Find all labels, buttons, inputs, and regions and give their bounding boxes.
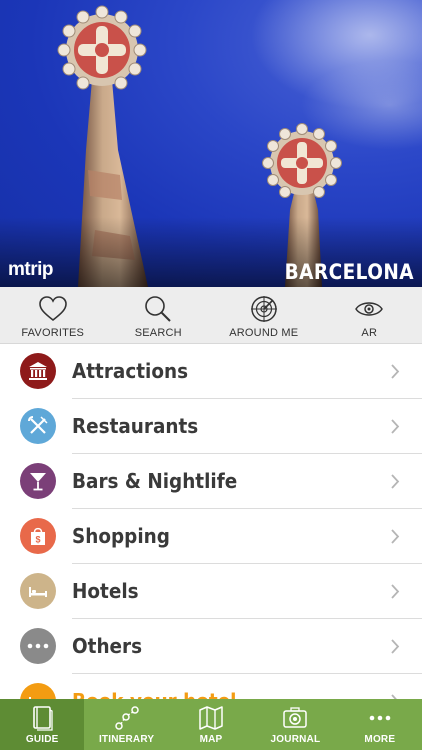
shopping-bag-icon: $ bbox=[31, 527, 45, 545]
tab-map-label: MAP bbox=[199, 734, 223, 745]
camera-icon bbox=[283, 707, 308, 728]
restaurants-label: Restaurants bbox=[72, 414, 199, 438]
quick-toolbar: FAVORITES SEARCH AROUND ME AR bbox=[0, 287, 422, 344]
shopping-badge: $ bbox=[20, 518, 56, 554]
others-label: Others bbox=[72, 634, 143, 658]
attractions-badge bbox=[20, 353, 56, 389]
others-badge bbox=[20, 628, 56, 664]
favorites-label: FAVORITES bbox=[21, 327, 85, 339]
eye-icon bbox=[355, 302, 384, 316]
hotels-label: Hotels bbox=[72, 579, 139, 603]
bars-badge bbox=[20, 463, 56, 499]
list-item-others[interactable]: Others bbox=[0, 619, 422, 674]
tab-journal-label: JOURNAL bbox=[270, 734, 321, 745]
ellipsis-icon bbox=[369, 715, 391, 721]
tab-journal[interactable]: JOURNAL bbox=[253, 699, 337, 750]
fork-knife-icon bbox=[28, 416, 48, 434]
list-item-bars-nightlife[interactable]: Bars & Nightlife bbox=[0, 454, 422, 509]
around-me-label: AROUND ME bbox=[229, 327, 299, 339]
list-item-hotels[interactable]: Hotels bbox=[0, 564, 422, 619]
tab-itinerary[interactable]: ITINERARY bbox=[84, 699, 168, 750]
chevron-right-icon bbox=[391, 364, 400, 379]
tab-guide-label: GUIDE bbox=[25, 734, 59, 745]
museum-icon bbox=[29, 362, 47, 380]
ar-button[interactable]: AR bbox=[317, 287, 422, 343]
category-list: Attractions Restaurants Bars & Nightlife bbox=[0, 344, 422, 729]
map-icon bbox=[199, 706, 223, 730]
chevron-right-icon bbox=[391, 419, 400, 434]
book-icon bbox=[33, 706, 53, 731]
attractions-label: Attractions bbox=[72, 359, 189, 383]
route-icon bbox=[114, 706, 139, 730]
bed-icon bbox=[29, 587, 47, 597]
list-item-restaurants[interactable]: Restaurants bbox=[0, 399, 422, 454]
tab-more[interactable]: MORE bbox=[338, 699, 422, 750]
radar-icon bbox=[250, 296, 277, 322]
chevron-right-icon bbox=[391, 584, 400, 599]
search-label: SEARCH bbox=[134, 327, 182, 339]
hero-banner: mtrip BARCELONA bbox=[0, 0, 422, 287]
tab-itinerary-label: ITINERARY bbox=[98, 734, 155, 745]
svg-text:$: $ bbox=[35, 535, 40, 545]
bars-label: Bars & Nightlife bbox=[72, 469, 238, 493]
restaurants-badge bbox=[20, 408, 56, 444]
tab-guide[interactable]: GUIDE bbox=[0, 699, 85, 750]
brand-logo: mtrip bbox=[8, 259, 54, 280]
shopping-label: Shopping bbox=[72, 524, 170, 548]
cocktail-icon bbox=[30, 473, 46, 491]
chevron-right-icon bbox=[391, 529, 400, 544]
tab-more-label: MORE bbox=[364, 734, 396, 745]
favorites-button[interactable]: FAVORITES bbox=[0, 287, 106, 343]
search-button[interactable]: SEARCH bbox=[106, 287, 212, 343]
city-title: BARCELONA bbox=[284, 260, 414, 284]
search-icon bbox=[145, 296, 171, 322]
around-me-button[interactable]: AROUND ME bbox=[211, 287, 317, 343]
heart-icon bbox=[38, 296, 67, 322]
bottom-tab-bar: GUIDE ITINERARY MAP JOURNAL MORE bbox=[0, 699, 422, 750]
ar-label: AR bbox=[361, 327, 378, 339]
hotels-badge bbox=[20, 573, 56, 609]
chevron-right-icon bbox=[391, 474, 400, 489]
chevron-right-icon bbox=[391, 639, 400, 654]
list-item-shopping[interactable]: $ Shopping bbox=[0, 509, 422, 564]
ellipsis-icon bbox=[27, 643, 49, 649]
tab-map[interactable]: MAP bbox=[169, 699, 253, 750]
list-item-attractions[interactable]: Attractions bbox=[0, 344, 422, 399]
